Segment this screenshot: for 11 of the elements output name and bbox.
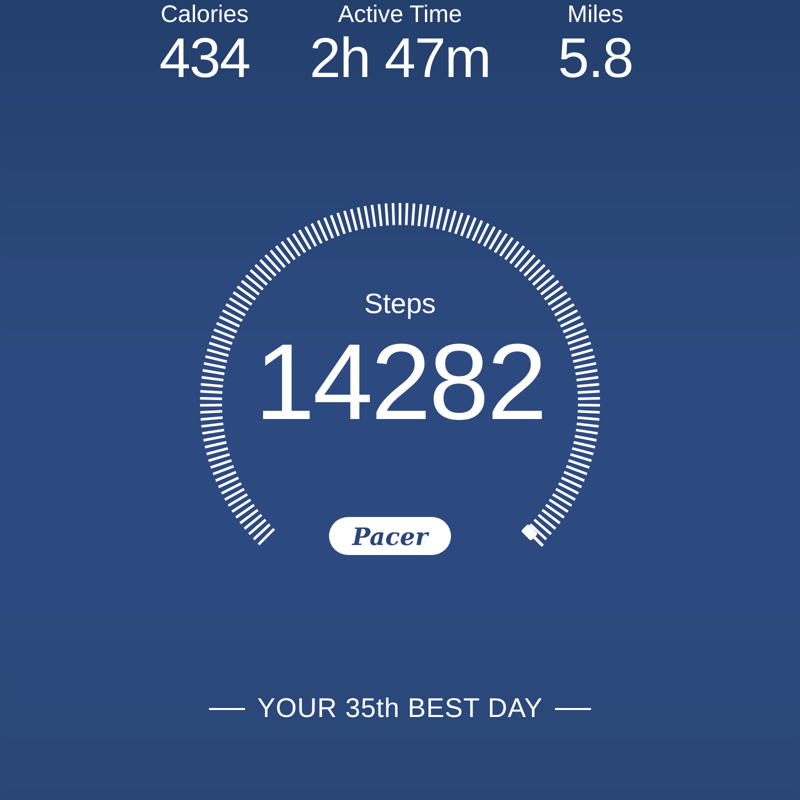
stat-label: Active Time: [338, 2, 462, 28]
stat-label: Miles: [567, 2, 624, 28]
stat-value: 2h 47m: [310, 28, 490, 88]
best-day-text: YOUR 35th BEST DAY: [257, 693, 543, 724]
steps-label: Steps: [364, 288, 436, 320]
steps-count: 14282: [254, 326, 546, 438]
progress-marker: [520, 524, 544, 547]
stat-label: Calories: [160, 2, 249, 28]
brand-logo: Pacer: [329, 517, 451, 555]
stat-value: 434: [159, 28, 250, 88]
stat-value: 5.8: [558, 28, 633, 88]
